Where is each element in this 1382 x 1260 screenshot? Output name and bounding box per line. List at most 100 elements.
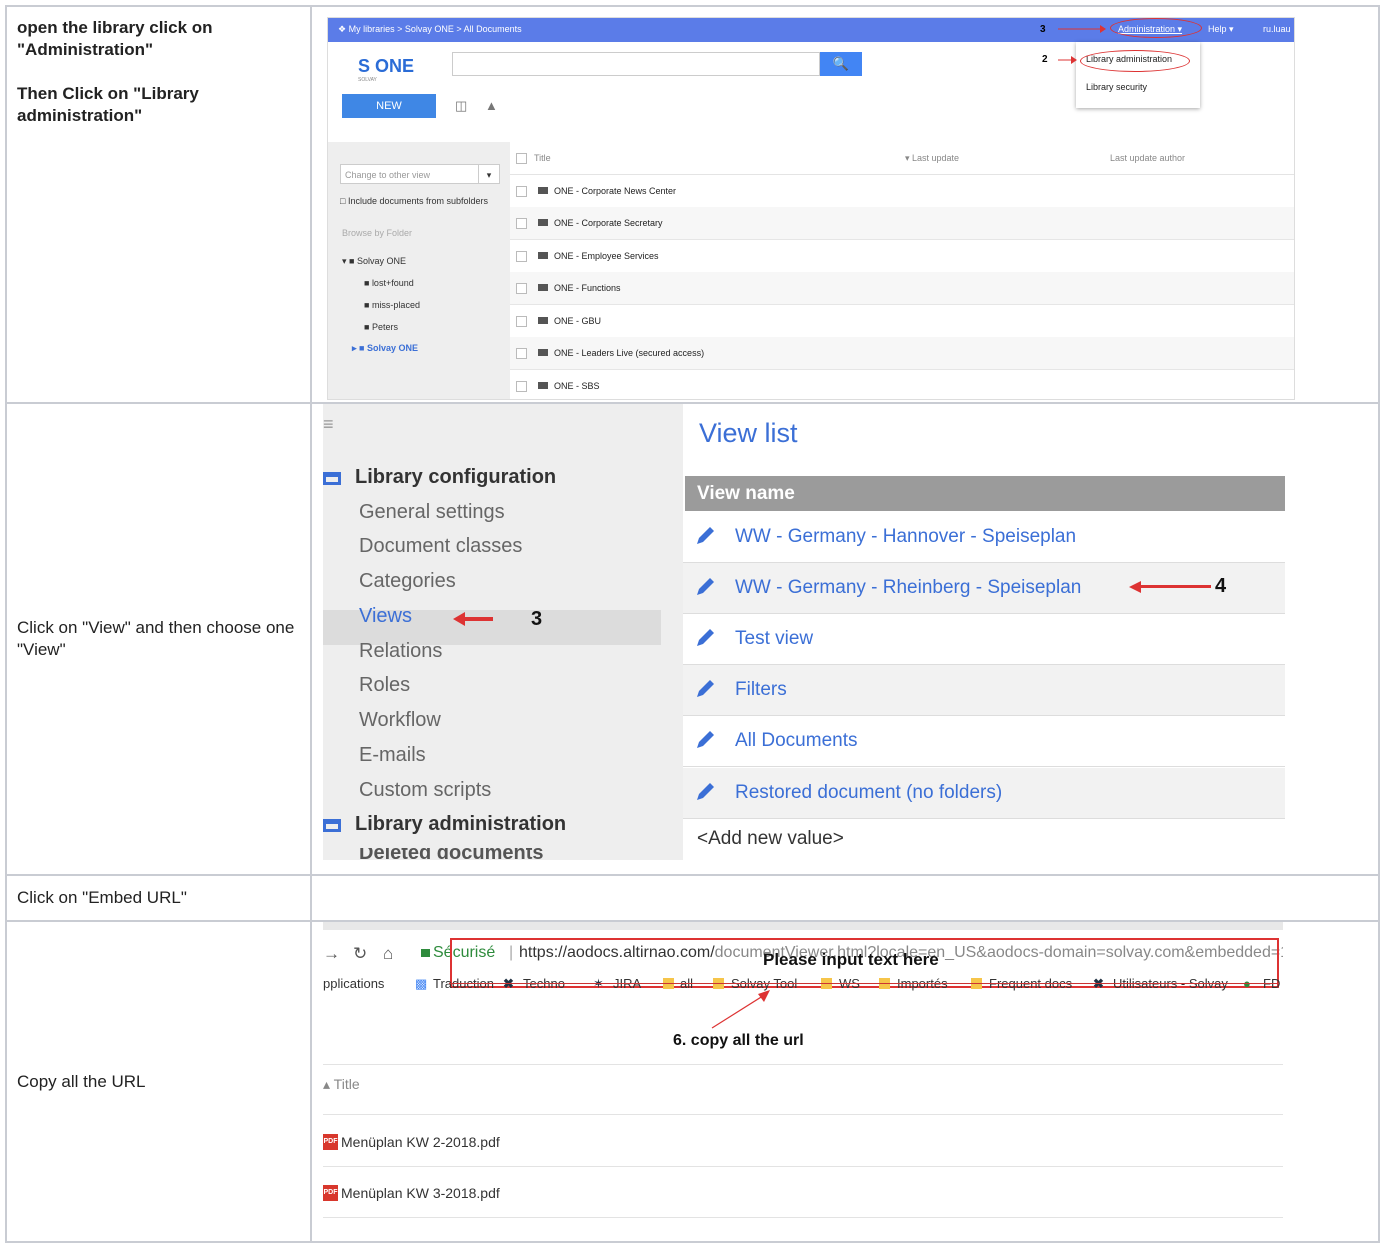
column-title[interactable]: Title	[534, 153, 551, 163]
annotation-1: 3	[1040, 24, 1046, 35]
google-drive-icon[interactable]: ▲	[485, 98, 498, 113]
configuration-sidebar: ≡ Library configuration General settings…	[323, 404, 683, 860]
table-row[interactable]: ONE - Leaders Live (secured access)	[510, 337, 1294, 370]
folder-miss-placed[interactable]: ■ miss-placed	[364, 300, 420, 310]
column-last-update-author[interactable]: Last update author	[1110, 153, 1185, 163]
row-title[interactable]: ONE - Functions	[554, 283, 621, 293]
row-title[interactable]: ONE - Leaders Live (secured access)	[554, 348, 704, 358]
table-row[interactable]: ONE - Corporate News Center	[510, 175, 1294, 208]
folder-peters[interactable]: ■ Peters	[364, 322, 398, 332]
select-all-checkbox[interactable]	[516, 153, 527, 164]
row-title[interactable]: ONE - Employee Services	[554, 251, 659, 261]
library-configuration-section[interactable]: Library configuration	[323, 466, 556, 489]
table-row[interactable]: Filters	[683, 665, 1285, 716]
edit-pencil-icon[interactable]	[695, 780, 717, 802]
library-administration-section[interactable]: Library administration	[323, 813, 566, 836]
row-checkbox[interactable]	[516, 348, 527, 359]
change-view-select[interactable]: Change to other view ▾	[340, 164, 500, 184]
menu-custom-scripts[interactable]: Custom scripts	[359, 779, 491, 802]
table-row[interactable]: Restored document (no folders)	[683, 768, 1285, 819]
row-checkbox[interactable]	[516, 381, 527, 392]
view-name[interactable]: WW - Germany - Hannover - Speiseplan	[735, 526, 1076, 548]
menu-deleted-documents[interactable]: Deleted documents	[359, 848, 543, 860]
new-button[interactable]: NEW	[342, 94, 436, 118]
table-row[interactable]: ONE - GBU	[510, 305, 1294, 338]
view-name[interactable]: WW - Germany - Rheinberg - Speiseplan	[735, 577, 1081, 599]
step-4-instruction-cell: Copy all the URL	[5, 920, 312, 1243]
help-menu[interactable]: Help ▾	[1208, 24, 1234, 35]
menu-e-mails[interactable]: E-mails	[359, 744, 426, 767]
file-name[interactable]: Menüplan KW 2-2018.pdf	[341, 1134, 500, 1150]
table-row[interactable]: Test view	[683, 614, 1285, 665]
view-name[interactable]: Restored document (no folders)	[735, 782, 1002, 804]
row-checkbox[interactable]	[516, 283, 527, 294]
search-icon: 🔍	[832, 56, 850, 71]
folder-icon	[323, 472, 341, 485]
chevron-down-icon: ▾	[478, 165, 499, 183]
breadcrumb[interactable]: ❖ My libraries > Solvay ONE > All Docume…	[338, 24, 522, 35]
row-checkbox[interactable]	[516, 251, 527, 262]
hamburger-icon[interactable]: ≡	[323, 414, 334, 435]
table-row[interactable]: WW - Germany - Rheinberg - Speiseplan 4	[683, 563, 1285, 614]
table-row[interactable]: ONE - SBS	[510, 370, 1294, 399]
folder-solvay-one-sub[interactable]: ▸ ■ Solvay ONE	[352, 343, 418, 354]
include-subfolders-checkbox[interactable]: □ Include documents from subfolders	[340, 196, 488, 206]
view-name[interactable]: Test view	[735, 628, 813, 650]
row-title[interactable]: ONE - GBU	[554, 316, 601, 326]
folder-icon	[538, 219, 548, 226]
search-input[interactable]	[452, 52, 820, 76]
step-2-screenshot-cell: ≡ Library configuration General settings…	[310, 402, 1380, 876]
folder-lost-found[interactable]: ■ lost+found	[364, 278, 414, 288]
x-icon: ✖	[503, 976, 514, 992]
divider	[323, 1114, 1283, 1115]
menu-relations[interactable]: Relations	[359, 640, 442, 663]
home-icon[interactable]: ⌂	[383, 944, 393, 964]
search-button[interactable]: 🔍	[820, 52, 862, 76]
menu-views[interactable]: Views	[359, 605, 412, 628]
edit-pencil-icon[interactable]	[695, 575, 717, 597]
forward-icon[interactable]: →	[323, 944, 340, 964]
menu-categories[interactable]: Categories	[359, 570, 456, 593]
view-name[interactable]: Filters	[735, 679, 787, 701]
step-1-screenshot-cell: ❖ My libraries > Solvay ONE > All Docume…	[310, 5, 1380, 404]
edit-pencil-icon[interactable]	[695, 677, 717, 699]
bookmark-applications[interactable]: pplications	[323, 976, 384, 991]
row-checkbox[interactable]	[516, 316, 527, 327]
reload-icon[interactable]: ↻	[353, 944, 367, 964]
menu-workflow[interactable]: Workflow	[359, 709, 441, 732]
translate-icon: ▩	[415, 976, 428, 991]
annotation-4: 4	[1215, 575, 1227, 597]
file-name[interactable]: Menüplan KW 3-2018.pdf	[341, 1185, 500, 1201]
row-checkbox[interactable]	[516, 186, 527, 197]
row-title[interactable]: ONE - Corporate News Center	[554, 186, 676, 196]
step-1-instruction-2: Then Click on "Library administration"	[17, 84, 199, 125]
table-row[interactable]: ONE - Corporate Secretary	[510, 207, 1294, 240]
browse-by-folder-label: Browse by Folder	[342, 228, 413, 238]
folder-icon	[538, 317, 548, 324]
user-name[interactable]: ru.luau	[1263, 24, 1291, 34]
edit-pencil-icon[interactable]	[695, 524, 717, 546]
table-row[interactable]: ONE - Functions	[510, 272, 1294, 305]
column-title[interactable]: ▴ Title	[323, 1076, 360, 1093]
row-title[interactable]: ONE - SBS	[554, 381, 600, 391]
menu-general-settings[interactable]: General settings	[359, 501, 505, 524]
pdf-icon: PDF	[323, 1185, 338, 1201]
x-icon: ✖	[1093, 976, 1104, 992]
add-new-value[interactable]: <Add new value>	[697, 828, 844, 850]
view-name[interactable]: All Documents	[735, 730, 858, 752]
menu-roles[interactable]: Roles	[359, 674, 410, 697]
annotation-2: 2	[1042, 54, 1048, 65]
row-checkbox[interactable]	[516, 218, 527, 229]
edit-pencil-icon[interactable]	[695, 728, 717, 750]
folder-solvay-one[interactable]: ▾ ■ Solvay ONE	[342, 256, 406, 267]
annotation-arrow-1	[1058, 25, 1106, 33]
menu-document-classes[interactable]: Document classes	[359, 535, 522, 558]
table-row[interactable]: WW - Germany - Hannover - Speiseplan	[683, 512, 1285, 563]
edit-pencil-icon[interactable]	[695, 626, 717, 648]
column-last-update[interactable]: ▾ Last update	[905, 153, 959, 164]
table-row[interactable]: ONE - Employee Services	[510, 240, 1294, 273]
library-security-item[interactable]: Library security	[1086, 82, 1147, 92]
upload-icon[interactable]: ◫	[455, 98, 467, 114]
table-row[interactable]: All Documents	[683, 716, 1285, 767]
row-title[interactable]: ONE - Corporate Secretary	[554, 218, 663, 228]
